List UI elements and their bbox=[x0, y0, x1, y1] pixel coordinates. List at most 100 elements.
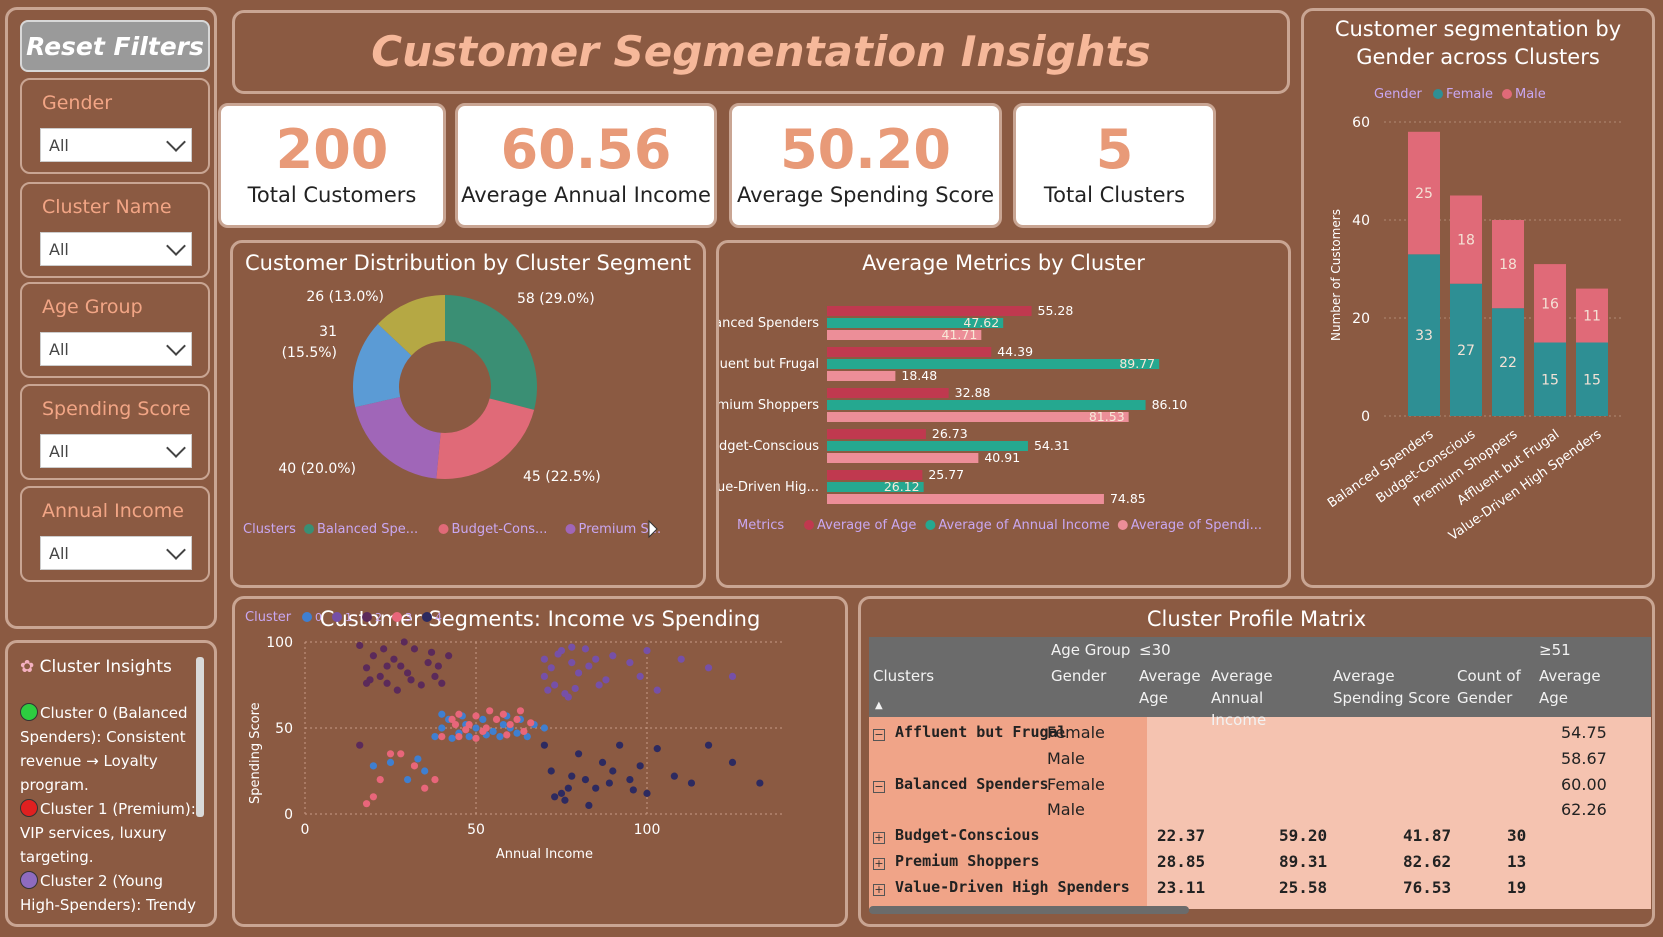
scatter-point[interactable] bbox=[540, 672, 548, 680]
scatter-point[interactable] bbox=[390, 655, 398, 663]
scatter-point[interactable] bbox=[455, 733, 463, 741]
scatter-point[interactable] bbox=[380, 645, 388, 653]
scatter-point[interactable] bbox=[462, 726, 470, 734]
filter-dropdown-annual-income[interactable]: All bbox=[40, 536, 192, 570]
scatter-point[interactable] bbox=[376, 776, 384, 784]
scatter-point[interactable] bbox=[410, 645, 419, 653]
scatter-point[interactable] bbox=[554, 650, 562, 658]
scatter-point[interactable] bbox=[438, 679, 446, 687]
scatter-legend-item[interactable]: 1 bbox=[345, 611, 352, 624]
matrix-head-count-gender[interactable]: Count of Gender bbox=[1457, 665, 1527, 709]
scatter-point[interactable] bbox=[410, 762, 419, 770]
scatter-point[interactable] bbox=[362, 800, 371, 808]
filter-dropdown-cluster-name[interactable]: All bbox=[40, 232, 192, 266]
scatter-point[interactable] bbox=[451, 720, 460, 729]
matrix-head-avg-age[interactable]: Average Age bbox=[1139, 665, 1209, 709]
scatter-point[interactable] bbox=[585, 662, 593, 670]
metrics-legend-item[interactable]: Average of Spendi... bbox=[1131, 518, 1262, 533]
scatter-point[interactable] bbox=[677, 655, 685, 663]
scatter-point[interactable] bbox=[448, 734, 456, 742]
scatter-point[interactable] bbox=[414, 755, 422, 763]
filter-dropdown-gender[interactable]: All bbox=[40, 128, 192, 162]
sort-ascending-icon[interactable]: ▲ bbox=[875, 695, 883, 717]
scatter-point[interactable] bbox=[513, 729, 521, 737]
scatter-point[interactable] bbox=[386, 750, 395, 758]
scatter-point[interactable] bbox=[369, 762, 377, 770]
scatter-point[interactable] bbox=[472, 724, 480, 732]
scatter-point[interactable] bbox=[595, 681, 603, 689]
metrics-bar[interactable] bbox=[827, 359, 1160, 369]
scatter-point[interactable] bbox=[547, 767, 555, 775]
scatter-point[interactable] bbox=[472, 734, 480, 742]
scatter-point[interactable] bbox=[369, 793, 377, 801]
scatter-point[interactable] bbox=[362, 664, 371, 672]
metrics-bar[interactable] bbox=[827, 388, 949, 398]
scatter-point[interactable] bbox=[513, 715, 521, 723]
metrics-bar[interactable] bbox=[827, 494, 1104, 504]
scatter-legend-item[interactable]: 2 bbox=[375, 611, 382, 624]
expand-collapse-icon[interactable]: − bbox=[873, 775, 893, 794]
scatter-point[interactable] bbox=[434, 662, 442, 670]
scatter-point[interactable] bbox=[404, 776, 412, 784]
scatter-point[interactable] bbox=[581, 645, 590, 653]
scatter-point[interactable] bbox=[551, 793, 559, 801]
scatter-point[interactable] bbox=[499, 710, 507, 718]
scatter-point[interactable] bbox=[629, 786, 637, 794]
metrics-bar[interactable] bbox=[827, 371, 896, 381]
scatter-point[interactable] bbox=[499, 720, 507, 729]
scatter-point[interactable] bbox=[540, 655, 548, 663]
scatter-point[interactable] bbox=[728, 672, 737, 680]
scatter-point[interactable] bbox=[431, 672, 439, 680]
scatter-point[interactable] bbox=[356, 741, 364, 749]
scatter-point[interactable] bbox=[383, 679, 391, 687]
scatter-point[interactable] bbox=[397, 750, 405, 758]
scatter-point[interactable] bbox=[369, 652, 377, 660]
scatter-legend-item[interactable]: 0 bbox=[315, 611, 322, 624]
scatter-point[interactable] bbox=[527, 719, 535, 727]
scatter-point[interactable] bbox=[472, 712, 480, 720]
scatter-point[interactable] bbox=[431, 776, 439, 784]
scatter-point[interactable] bbox=[568, 772, 576, 780]
expand-collapse-icon[interactable]: − bbox=[873, 723, 893, 742]
scatter-point[interactable] bbox=[376, 672, 384, 680]
scatter-point[interactable] bbox=[421, 784, 429, 792]
scatter-legend-item[interactable]: 4 bbox=[435, 611, 442, 624]
scatter-point[interactable] bbox=[386, 758, 395, 766]
scatter-point[interactable] bbox=[356, 641, 364, 650]
scatter-point[interactable] bbox=[544, 686, 552, 694]
scatter-point[interactable] bbox=[609, 767, 617, 775]
scatter-point[interactable] bbox=[626, 776, 634, 784]
scatter-point[interactable] bbox=[455, 710, 463, 718]
scatter-point[interactable] bbox=[561, 796, 569, 804]
scatter-point[interactable] bbox=[424, 659, 432, 667]
scatter-point[interactable] bbox=[383, 662, 391, 670]
donut-slice[interactable] bbox=[355, 397, 441, 479]
scatter-point[interactable] bbox=[568, 659, 576, 667]
scatter-point[interactable] bbox=[564, 693, 572, 701]
scatter-point[interactable] bbox=[728, 758, 737, 766]
metrics-legend-item[interactable]: Average of Age bbox=[817, 518, 916, 533]
metrics-legend-item[interactable]: Average of Annual Income bbox=[938, 518, 1109, 533]
scatter-point[interactable] bbox=[479, 727, 487, 736]
scatter-legend-item[interactable]: 3 bbox=[405, 611, 412, 624]
matrix-horizontal-scrollbar[interactable] bbox=[869, 906, 1189, 914]
scatter-point[interactable] bbox=[417, 681, 425, 689]
metrics-bar[interactable] bbox=[827, 429, 926, 439]
expand-collapse-icon[interactable]: + bbox=[873, 826, 893, 845]
scatter-point[interactable] bbox=[704, 664, 713, 672]
scatter-point[interactable] bbox=[547, 664, 555, 672]
scatter-point[interactable] bbox=[431, 733, 439, 741]
scatter-point[interactable] bbox=[605, 779, 613, 787]
metrics-bar[interactable] bbox=[827, 453, 979, 463]
scatter-point[interactable] bbox=[404, 669, 412, 677]
donut-slice[interactable] bbox=[445, 295, 537, 410]
metrics-bar[interactable] bbox=[827, 412, 1129, 422]
scatter-point[interactable] bbox=[592, 655, 600, 663]
scatter-point[interactable] bbox=[427, 648, 436, 656]
metrics-bar[interactable] bbox=[827, 347, 992, 357]
scatter-point[interactable] bbox=[540, 724, 548, 732]
scatter-point[interactable] bbox=[438, 710, 446, 718]
scatter-point[interactable] bbox=[479, 715, 487, 723]
scatter-point[interactable] bbox=[564, 784, 572, 792]
scatter-point[interactable] bbox=[636, 672, 644, 680]
